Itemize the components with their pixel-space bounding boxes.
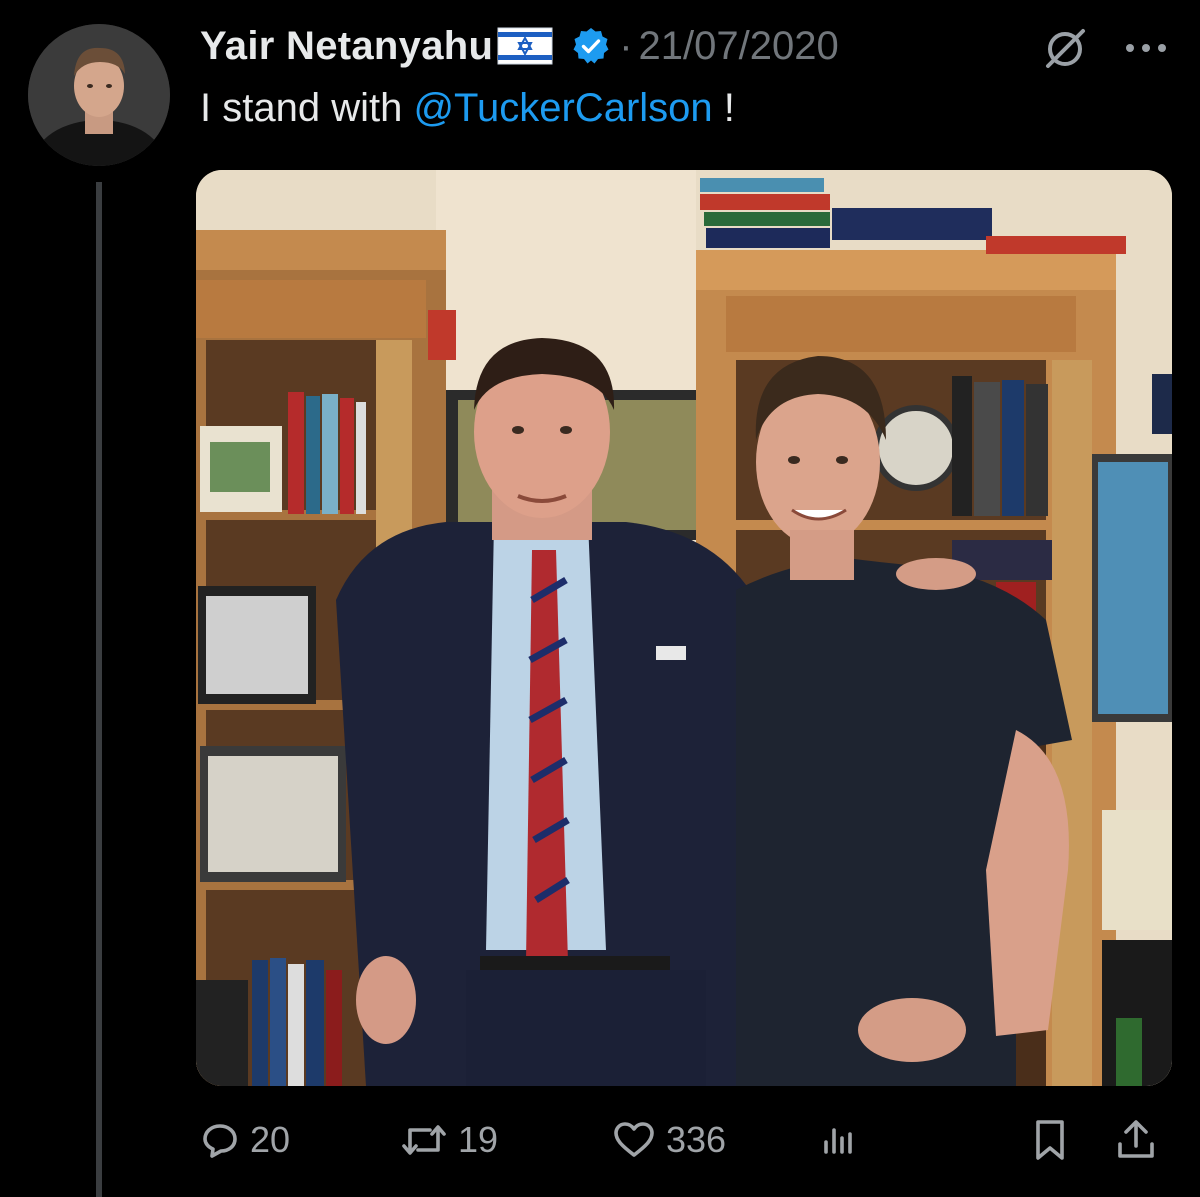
tweet-text: I stand with @TuckerCarlson ! [200,86,735,131]
tweet-timestamp[interactable]: 21/07/2020 [639,24,839,69]
tweet: Yair Netanyahu · 21/07/2020 I stand with… [0,0,1200,1197]
tweet-header: Yair Netanyahu · 21/07/2020 [200,18,839,74]
retweet-count: 19 [458,1119,499,1160]
like-icon [612,1120,656,1160]
share-button[interactable] [1114,1110,1158,1170]
analytics-button[interactable] [820,1110,860,1170]
reply-icon [200,1120,240,1160]
photo-image [196,170,1172,1086]
header-separator: · [619,23,633,68]
israel-flag-icon [497,27,553,65]
more-options-icon[interactable] [1120,30,1172,66]
tweet-actions: 20 19 336 [196,1110,1172,1170]
like-count: 336 [666,1119,727,1160]
analytics-icon [820,1120,860,1160]
avatar-image [28,24,170,166]
grok-icon[interactable] [1040,24,1090,74]
tweet-text-prefix: I stand with [200,86,414,130]
tweet-text-suffix: ! [712,86,735,130]
bookmark-button[interactable] [1030,1110,1070,1170]
author-name[interactable]: Yair Netanyahu [200,24,493,69]
tweet-photo[interactable] [196,170,1172,1086]
thread-line [96,182,102,1197]
verified-badge-icon[interactable] [571,26,611,66]
mention-link[interactable]: @TuckerCarlson [413,86,712,130]
retweet-button[interactable]: 19 [400,1110,498,1170]
bookmark-icon [1030,1118,1070,1162]
reply-button[interactable]: 20 [200,1110,290,1170]
like-button[interactable]: 336 [612,1110,726,1170]
retweet-icon [400,1120,448,1160]
share-icon [1114,1118,1158,1162]
reply-count: 20 [250,1119,291,1160]
author-avatar[interactable] [28,24,170,166]
